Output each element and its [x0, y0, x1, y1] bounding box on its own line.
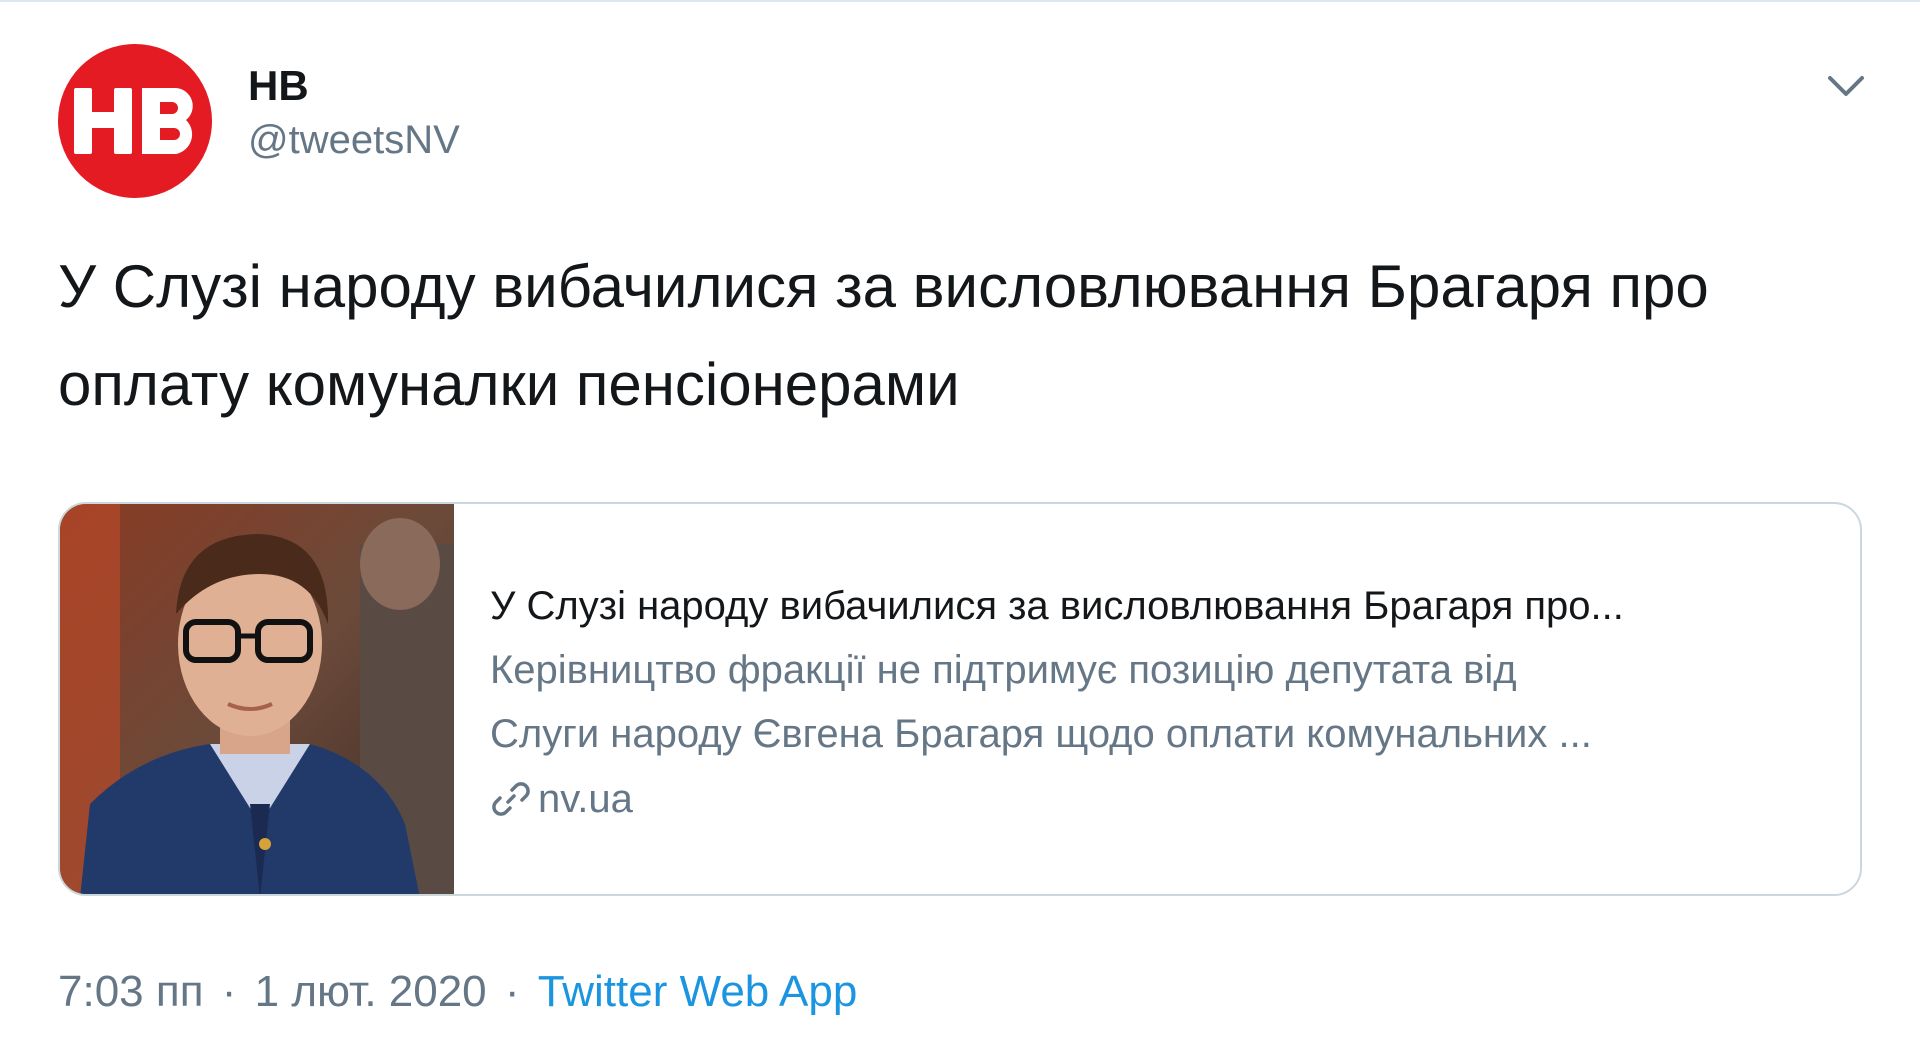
author-handle[interactable]: @tweetsNV — [248, 110, 460, 170]
link-preview-card[interactable]: У Слузі народу вибачилися за висловлюван… — [58, 502, 1862, 896]
tweet-source[interactable]: Twitter Web App — [538, 967, 858, 1016]
link-icon — [492, 782, 530, 816]
card-description-line: Керівництво фракції не підтримує позицію… — [490, 648, 1517, 692]
avatar[interactable] — [58, 44, 212, 198]
card-domain-text[interactable]: nv.ua — [538, 766, 633, 832]
card-title[interactable]: У Слузі народу вибачилися за висловлюван… — [490, 574, 1826, 638]
tweet: НВ @tweetsNV У Слузі народу вибачилися з… — [0, 0, 1920, 1059]
meta-separator: · — [504, 967, 520, 1016]
tweet-meta: 7:03 пп · 1 лют. 2020 · Twitter Web App — [58, 962, 857, 1022]
top-divider — [0, 0, 1920, 10]
meta-separator: · — [221, 967, 237, 1016]
card-description-line: Слуги народу Євгена Брагаря щодо оплати … — [490, 712, 1592, 756]
tweet-date[interactable]: 1 лют. 2020 — [255, 967, 487, 1016]
author-info[interactable]: НВ @tweetsNV — [248, 62, 460, 170]
author-name[interactable]: НВ — [248, 62, 460, 110]
card-image[interactable] — [60, 504, 454, 894]
tweet-text: У Слузі народу вибачилися за висловлюван… — [58, 253, 1709, 418]
card-domain[interactable]: nv.ua — [490, 766, 1826, 832]
tweet-time[interactable]: 7:03 пп — [58, 967, 204, 1016]
card-body[interactable]: У Слузі народу вибачилися за висловлюван… — [490, 574, 1826, 832]
card-description: Керівництво фракції не підтримує позицію… — [490, 638, 1826, 766]
chevron-down-icon[interactable] — [1816, 62, 1876, 110]
nv-logo-icon — [74, 88, 193, 154]
article-photo — [60, 504, 454, 894]
